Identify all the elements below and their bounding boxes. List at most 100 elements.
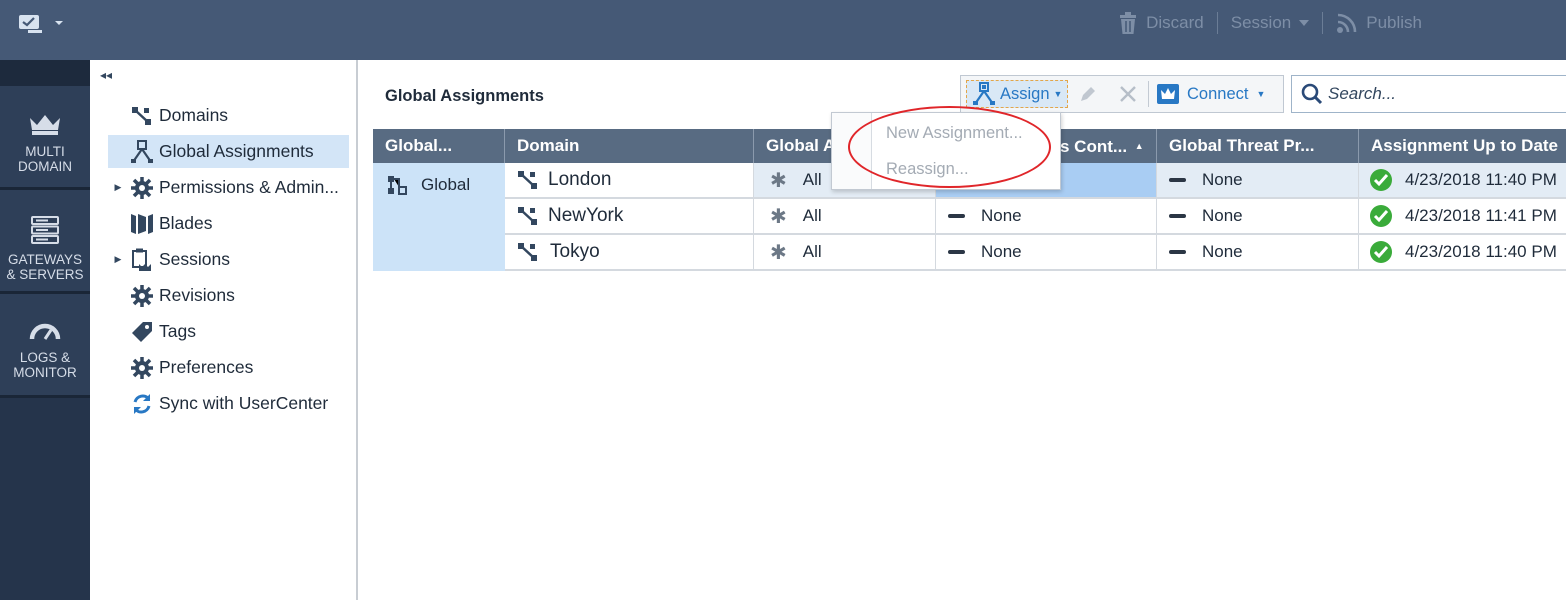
column-header-global[interactable]: Global... [373,129,505,163]
dash-icon [948,250,965,254]
domain-icon [518,243,537,261]
expand-arrow-icon[interactable]: ▶ [108,182,128,193]
collapse-panel-button[interactable]: ◂◂ [100,68,112,82]
rail-item-gateways-servers[interactable]: GATEWAYS & SERVERS [0,190,90,294]
toolbar: Assign ▼ Connect ▼ [960,75,1284,113]
nav-item-sync-usercenter[interactable]: Sync with UserCenter [108,387,349,420]
connect-button[interactable]: Connect ▼ [1149,80,1273,108]
threat-prevention-cell: None [1157,163,1359,197]
dash-icon [1169,214,1186,218]
assign-dropdown-menu: New Assignment... Reassign... [831,112,1061,190]
menu-item-reassign[interactable]: Reassign... [886,160,969,179]
asterisk-icon: ✱ [770,205,787,228]
threat-prevention-value: None [1202,170,1243,189]
nav-item-label: Permissions & Admin... [159,177,339,197]
column-header-domain[interactable]: Domain [505,129,754,163]
sessions-icon [128,248,156,272]
nav-item-label: Global Assignments [159,141,314,161]
access-value: All [802,170,822,189]
nav-item-label: Tags [159,321,196,341]
sort-ascending-icon: ▲ [1134,141,1144,151]
top-bar: Discard Session Publish [0,0,1566,60]
dash-icon [1169,178,1186,182]
threat-content-value: None [981,206,1022,225]
table-row[interactable]: Tokyo ✱ All None None 4/23/2018 11:40 PM [505,235,1566,271]
up-to-date-cell: 4/23/2018 11:41 PM [1359,199,1566,233]
gear-icon [128,176,156,200]
rail-item-logs-monitor[interactable]: LOGS & MONITOR [0,294,90,398]
search-icon [1301,83,1323,105]
sync-icon [128,392,156,416]
publish-button[interactable]: Publish [1323,12,1566,34]
nav-item-label: Sessions [159,249,231,269]
nav-item-label: Preferences [159,357,254,377]
session-label: Session [1230,13,1292,32]
check-circle-icon [1370,205,1392,227]
menu-item-new-assignment[interactable]: New Assignment... [886,124,1023,143]
nav-item-label: Sync with UserCenter [159,393,329,413]
gauge-icon [29,323,61,340]
column-header-threat-prevention[interactable]: Global Threat Pr... [1157,129,1359,163]
access-cell: ✱ All [754,235,936,269]
session-menu-button[interactable]: Session [1218,13,1322,33]
gear-icon [128,356,156,380]
pencil-icon [1081,87,1095,101]
crown-icon [30,115,60,135]
table-row[interactable]: NewYork ✱ All None None 4/23/2018 11:41 … [505,199,1566,235]
access-cell: ✱ All [754,199,936,233]
check-circle-icon [1370,241,1392,263]
nav-item-global-assignments[interactable]: Global Assignments [108,135,349,168]
nav-item-revisions[interactable]: Revisions [108,279,349,312]
nav-item-label: Blades [159,213,213,233]
assign-icon [973,82,995,105]
nav-item-tags[interactable]: Tags [108,315,349,348]
app-menu-icon [19,15,63,33]
threat-prevention-cell: None [1157,199,1359,233]
access-value: All [802,206,822,225]
domain-icon [518,207,537,225]
domain-cell: London [505,163,754,197]
search-input[interactable] [1328,79,1558,109]
threat-prevention-value: None [1202,242,1243,261]
trash-icon [1120,12,1137,34]
column-header-up-to-date[interactable]: Assignment Up to Date [1359,129,1566,163]
global-label: Global [421,175,471,194]
nav-item-permissions[interactable]: ▶ Permissions & Admin... [108,171,349,204]
domain-cell: Tokyo [505,235,754,269]
app-menu-button[interactable] [18,13,68,35]
asterisk-icon: ✱ [770,169,787,192]
nav-item-domains[interactable]: Domains [108,99,349,132]
publish-icon [1337,13,1357,33]
assign-button[interactable]: Assign ▼ [966,80,1068,108]
connect-label: Connect [1187,84,1249,103]
nav-item-preferences[interactable]: Preferences [108,351,349,384]
access-value: All [802,242,822,261]
discard-button[interactable]: Discard [1105,12,1217,34]
publish-label: Publish [1366,13,1422,32]
chevron-down-icon: ▼ [1256,89,1266,99]
nav-item-blades[interactable]: Blades [108,207,349,240]
blades-icon [128,212,156,236]
date-value: 4/23/2018 11:40 PM [1405,170,1557,189]
page-title: Global Assignments [385,87,544,105]
crown-icon [1157,84,1179,104]
dash-icon [1169,250,1186,254]
date-value: 4/23/2018 11:40 PM [1405,242,1557,261]
rail-label-line2: MONITOR [13,365,77,380]
edit-button[interactable] [1068,80,1108,108]
rail-label-line1: MULTI [25,144,65,159]
rail-label-line1: LOGS & [19,350,71,365]
nav-item-label: Domains [159,105,229,125]
expand-arrow-icon[interactable]: ▶ [108,254,128,265]
chevron-down-icon [1299,20,1310,26]
rail-label-line2: & SERVERS [6,267,84,282]
delete-button[interactable] [1108,80,1148,108]
global-domain-cell[interactable]: Global [373,163,505,271]
close-icon [1120,86,1136,102]
rail-item-multi-domain[interactable]: MULTI DOMAIN [0,86,90,190]
navigation-panel: ◂◂ Domains Global Assignments ▶ Permissi… [90,60,358,600]
nav-item-sessions[interactable]: ▶ Sessions [108,243,349,276]
rail-label-line1: GATEWAYS [7,252,82,267]
nav-item-label: Revisions [159,285,235,305]
domain-icon [518,171,537,189]
